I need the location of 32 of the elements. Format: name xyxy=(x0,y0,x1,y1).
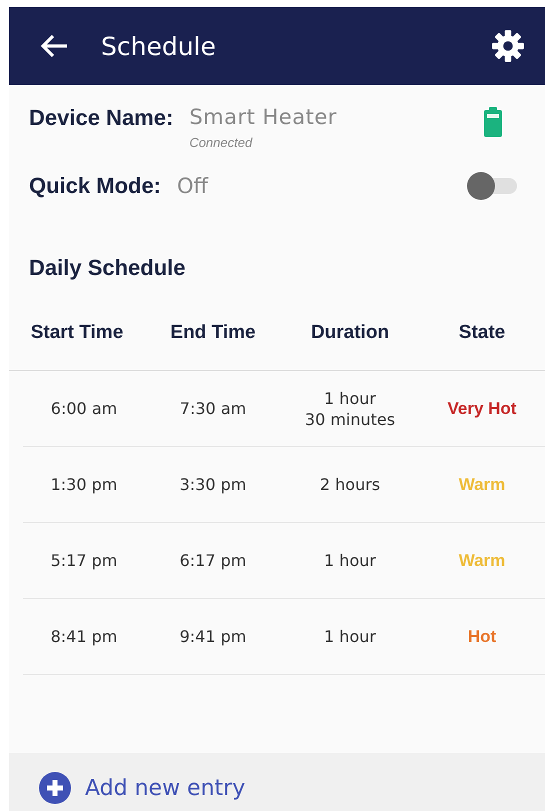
section-heading: Daily Schedule xyxy=(28,254,187,282)
field-label: Device Name: xyxy=(29,105,174,131)
device-name: Smart Heater xyxy=(189,105,338,129)
back-arrow-icon[interactable] xyxy=(39,33,69,59)
table-cell: 9:41 pm xyxy=(180,626,246,647)
column-header: State xyxy=(458,322,506,344)
state-label: Warm xyxy=(458,474,506,495)
column-header: Duration xyxy=(310,322,390,344)
add-icon xyxy=(39,772,71,804)
table-cell: 3:30 pm xyxy=(180,474,246,495)
table-cell: 1:30 pm xyxy=(50,474,118,495)
table-cell: 1 hour 30 minutes xyxy=(304,388,396,430)
table-cell: 5:17 pm xyxy=(50,550,118,571)
mode-value: Off xyxy=(177,174,210,198)
table-cell: 2 hours xyxy=(320,474,380,495)
column-header: Start Time xyxy=(30,322,124,344)
screen-title: Schedule xyxy=(101,32,217,60)
state-label: Warm xyxy=(458,550,506,571)
connection-status: Connected xyxy=(189,135,254,150)
field-label: Quick Mode: xyxy=(29,173,162,199)
settings-icon[interactable] xyxy=(491,29,525,63)
table-cell: 1 hour xyxy=(324,550,376,571)
battery-icon xyxy=(483,107,503,137)
toggle-switch[interactable] xyxy=(467,170,517,202)
table-cell: 6:00 am xyxy=(50,398,118,419)
table-cell: 7:30 am xyxy=(180,398,246,419)
table-cell: 8:41 pm xyxy=(50,626,118,647)
table-cell: 1 hour xyxy=(324,626,376,647)
state-label: Hot xyxy=(468,626,496,647)
column-header: End Time xyxy=(170,322,256,344)
table-cell: 6:17 pm xyxy=(180,550,246,571)
state-label: Very Hot xyxy=(448,398,516,419)
